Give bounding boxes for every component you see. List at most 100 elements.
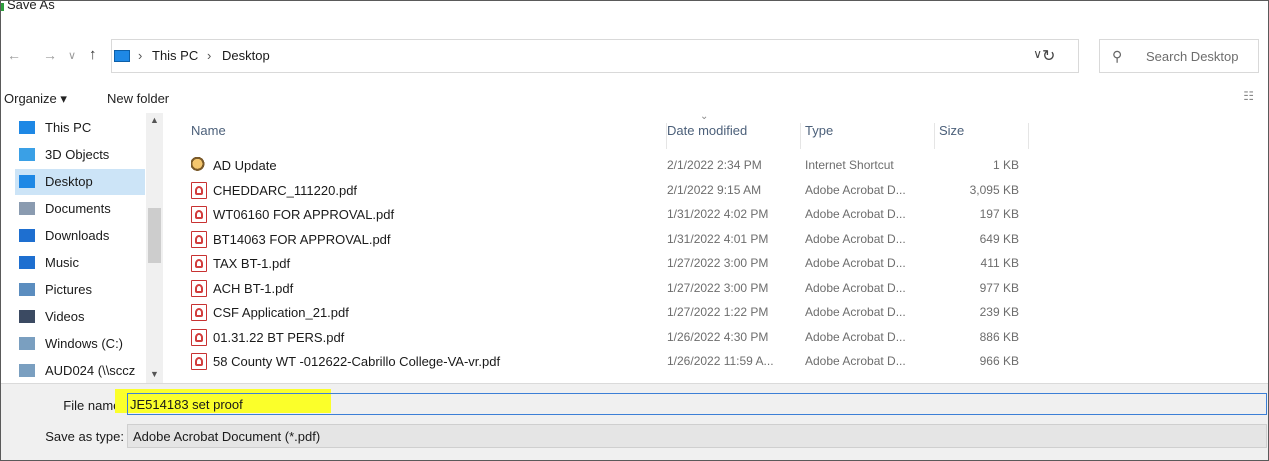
refresh-icon[interactable]: ↻: [1042, 46, 1055, 66]
window-title: Save As: [7, 0, 55, 12]
pdf-icon: [191, 328, 207, 346]
file-type: Adobe Acrobat D...: [805, 305, 906, 319]
sidebar-item-label: Documents: [45, 201, 111, 216]
sidebar-item[interactable]: Windows (C:): [15, 331, 145, 357]
pictures-icon: [19, 283, 35, 296]
sidebar-item[interactable]: Downloads: [15, 223, 145, 249]
sidebar-item-label: 3D Objects: [45, 147, 110, 162]
file-row[interactable]: ACH BT-1.pdf 1/27/2022 3:00 PM Adobe Acrob…: [163, 277, 1033, 301]
file-date: 1/31/2022 4:02 PM: [667, 207, 769, 221]
file-row[interactable]: TAX BT-1.pdf 1/27/2022 3:00 PM Adobe Acrob…: [163, 252, 1033, 276]
sidebar-item[interactable]: AUD024 (\\sccz: [15, 358, 145, 384]
sidebar-item[interactable]: 3D Objects: [15, 142, 145, 168]
file-size: 411 KB: [980, 256, 1019, 270]
file-type: Internet Shortcut: [805, 158, 894, 172]
view-options-icon[interactable]: ☷: [1243, 89, 1254, 103]
file-date: 1/31/2022 4:01 PM: [667, 231, 769, 246]
file-name-label: File name:: [63, 398, 124, 413]
file-type: Adobe Acrobat D...: [805, 182, 906, 197]
sidebar-item[interactable]: Desktop: [15, 169, 145, 195]
file-date: 2/1/2022 2:34 PM: [667, 158, 762, 172]
sidebar-item-label: This PC: [45, 120, 92, 135]
file-size: 197 KB: [979, 207, 1019, 221]
save-as-dialog: Save As ← → ∨ ↑ › This PC › Desktop ∨ ↻ …: [0, 0, 1269, 461]
file-size: 3,095 KB: [969, 182, 1019, 197]
file-type: Adobe Acrobat D...: [805, 280, 906, 295]
column-date-modified[interactable]: Date modified: [667, 123, 801, 149]
pdf-icon: [191, 230, 207, 248]
file-name: BT14063 FOR APPROVAL.pdf: [213, 231, 391, 247]
file-row[interactable]: BT14063 FOR APPROVAL.pdf 1/31/2022 4:01 P…: [163, 228, 1033, 252]
file-type: Adobe Acrobat D...: [805, 207, 906, 221]
pdf-icon: [191, 206, 207, 223]
file-name: AD Update: [213, 158, 277, 173]
address-dropdown-icon[interactable]: ∨: [1033, 47, 1042, 61]
sidebar-item-label: AUD024 (\\sccz: [45, 363, 136, 378]
file-row[interactable]: WT06160 FOR APPROVAL.pdf 1/31/2022 4:02 P…: [163, 203, 1033, 227]
file-type: Adobe Acrobat D...: [805, 329, 906, 344]
search-box[interactable]: ⚲ Search Desktop: [1099, 39, 1259, 73]
desktop-icon: [19, 175, 35, 188]
up-arrow-icon[interactable]: ↑: [89, 46, 97, 63]
file-date: 1/26/2022 11:59 A...: [667, 354, 774, 368]
cube-icon: [19, 148, 35, 161]
file-row[interactable]: 01.31.22 BT PERS.pdf 1/26/2022 4:30 PM Ado…: [163, 326, 1033, 350]
file-name: CSF Application_21.pdf: [213, 305, 349, 320]
file-date: 1/26/2022 4:30 PM: [667, 329, 769, 344]
file-row[interactable]: CSF Application_21.pdf 1/27/2022 1:22 PM A…: [163, 301, 1033, 325]
sidebar-item[interactable]: This PC: [15, 115, 145, 141]
pdf-icon: [191, 279, 207, 297]
file-name-input[interactable]: JE514183 set proof: [127, 393, 1267, 415]
file-row[interactable]: 58 County WT -012622-Cabrillo College-VA…: [163, 350, 1033, 374]
forward-arrow-icon[interactable]: →: [43, 47, 57, 63]
recent-locations-chevron-icon[interactable]: ∨: [68, 49, 76, 62]
scroll-down-icon[interactable]: ▼: [150, 369, 159, 379]
save-as-type-value: Adobe Acrobat Document (*.pdf): [133, 429, 321, 444]
file-size: 1 KB: [992, 158, 1019, 172]
back-arrow-icon[interactable]: ←: [7, 47, 21, 63]
breadcrumb-desktop[interactable]: Desktop: [222, 48, 270, 63]
scroll-up-icon[interactable]: ▲: [150, 115, 159, 125]
download-icon: [19, 229, 35, 242]
new-folder-button[interactable]: New folder: [107, 91, 169, 106]
file-name: ACH BT-1.pdf: [213, 280, 294, 296]
app-icon: [1, 3, 4, 11]
music-icon: [19, 256, 35, 269]
breadcrumb-this-pc[interactable]: This PC: [152, 48, 198, 63]
sort-chevron-icon: ⌄: [700, 111, 709, 122]
drive-icon: [19, 337, 35, 350]
column-type[interactable]: Type: [805, 123, 935, 149]
pdf-icon: [191, 304, 207, 321]
file-date: 1/27/2022 3:00 PM: [667, 280, 769, 295]
network-drive-icon: [19, 364, 35, 377]
save-as-type-label: Save as type:: [45, 429, 124, 444]
sidebar-item[interactable]: Videos: [15, 304, 145, 330]
computer-icon: [114, 50, 130, 62]
file-type: Adobe Acrobat D...: [805, 354, 906, 368]
file-type: Adobe Acrobat D...: [805, 256, 906, 270]
file-row[interactable]: CHEDDARC_111220.pdf 2/1/2022 9:15 AM Adobe…: [163, 179, 1033, 203]
column-name[interactable]: Name: [191, 123, 667, 149]
file-row[interactable]: AD Update 2/1/2022 2:34 PM Internet Shortc…: [163, 154, 1033, 178]
file-date: 1/27/2022 1:22 PM: [667, 305, 769, 319]
sidebar-item-label: Windows (C:): [45, 336, 124, 351]
navigation-scrollbar[interactable]: ▲ ▼: [146, 113, 163, 383]
breadcrumb-separator: ›: [207, 48, 212, 63]
scrollbar-thumb[interactable]: [148, 208, 161, 263]
column-size[interactable]: Size: [939, 123, 1029, 149]
address-bar[interactable]: › This PC › Desktop ∨: [111, 39, 1079, 73]
shortcut-icon: [191, 157, 207, 174]
save-options-area: File name: JE514183 set proof Save as ty…: [1, 383, 1268, 460]
pdf-icon: [191, 353, 207, 370]
organize-button[interactable]: Organize ▾: [4, 91, 67, 107]
search-placeholder: Search Desktop: [1146, 49, 1239, 64]
save-as-type-select[interactable]: Adobe Acrobat Document (*.pdf): [127, 424, 1267, 448]
sidebar-item[interactable]: Pictures: [15, 277, 145, 303]
file-name: TAX BT-1.pdf: [213, 256, 291, 271]
file-list-header: Name ⌄ Date modified Type Size: [163, 111, 1263, 149]
pdf-icon: [191, 181, 207, 199]
file-size: 649 KB: [979, 231, 1019, 246]
sidebar-item[interactable]: Documents: [15, 196, 145, 222]
sidebar-item[interactable]: Music: [15, 250, 145, 276]
search-icon: ⚲: [1112, 48, 1123, 64]
